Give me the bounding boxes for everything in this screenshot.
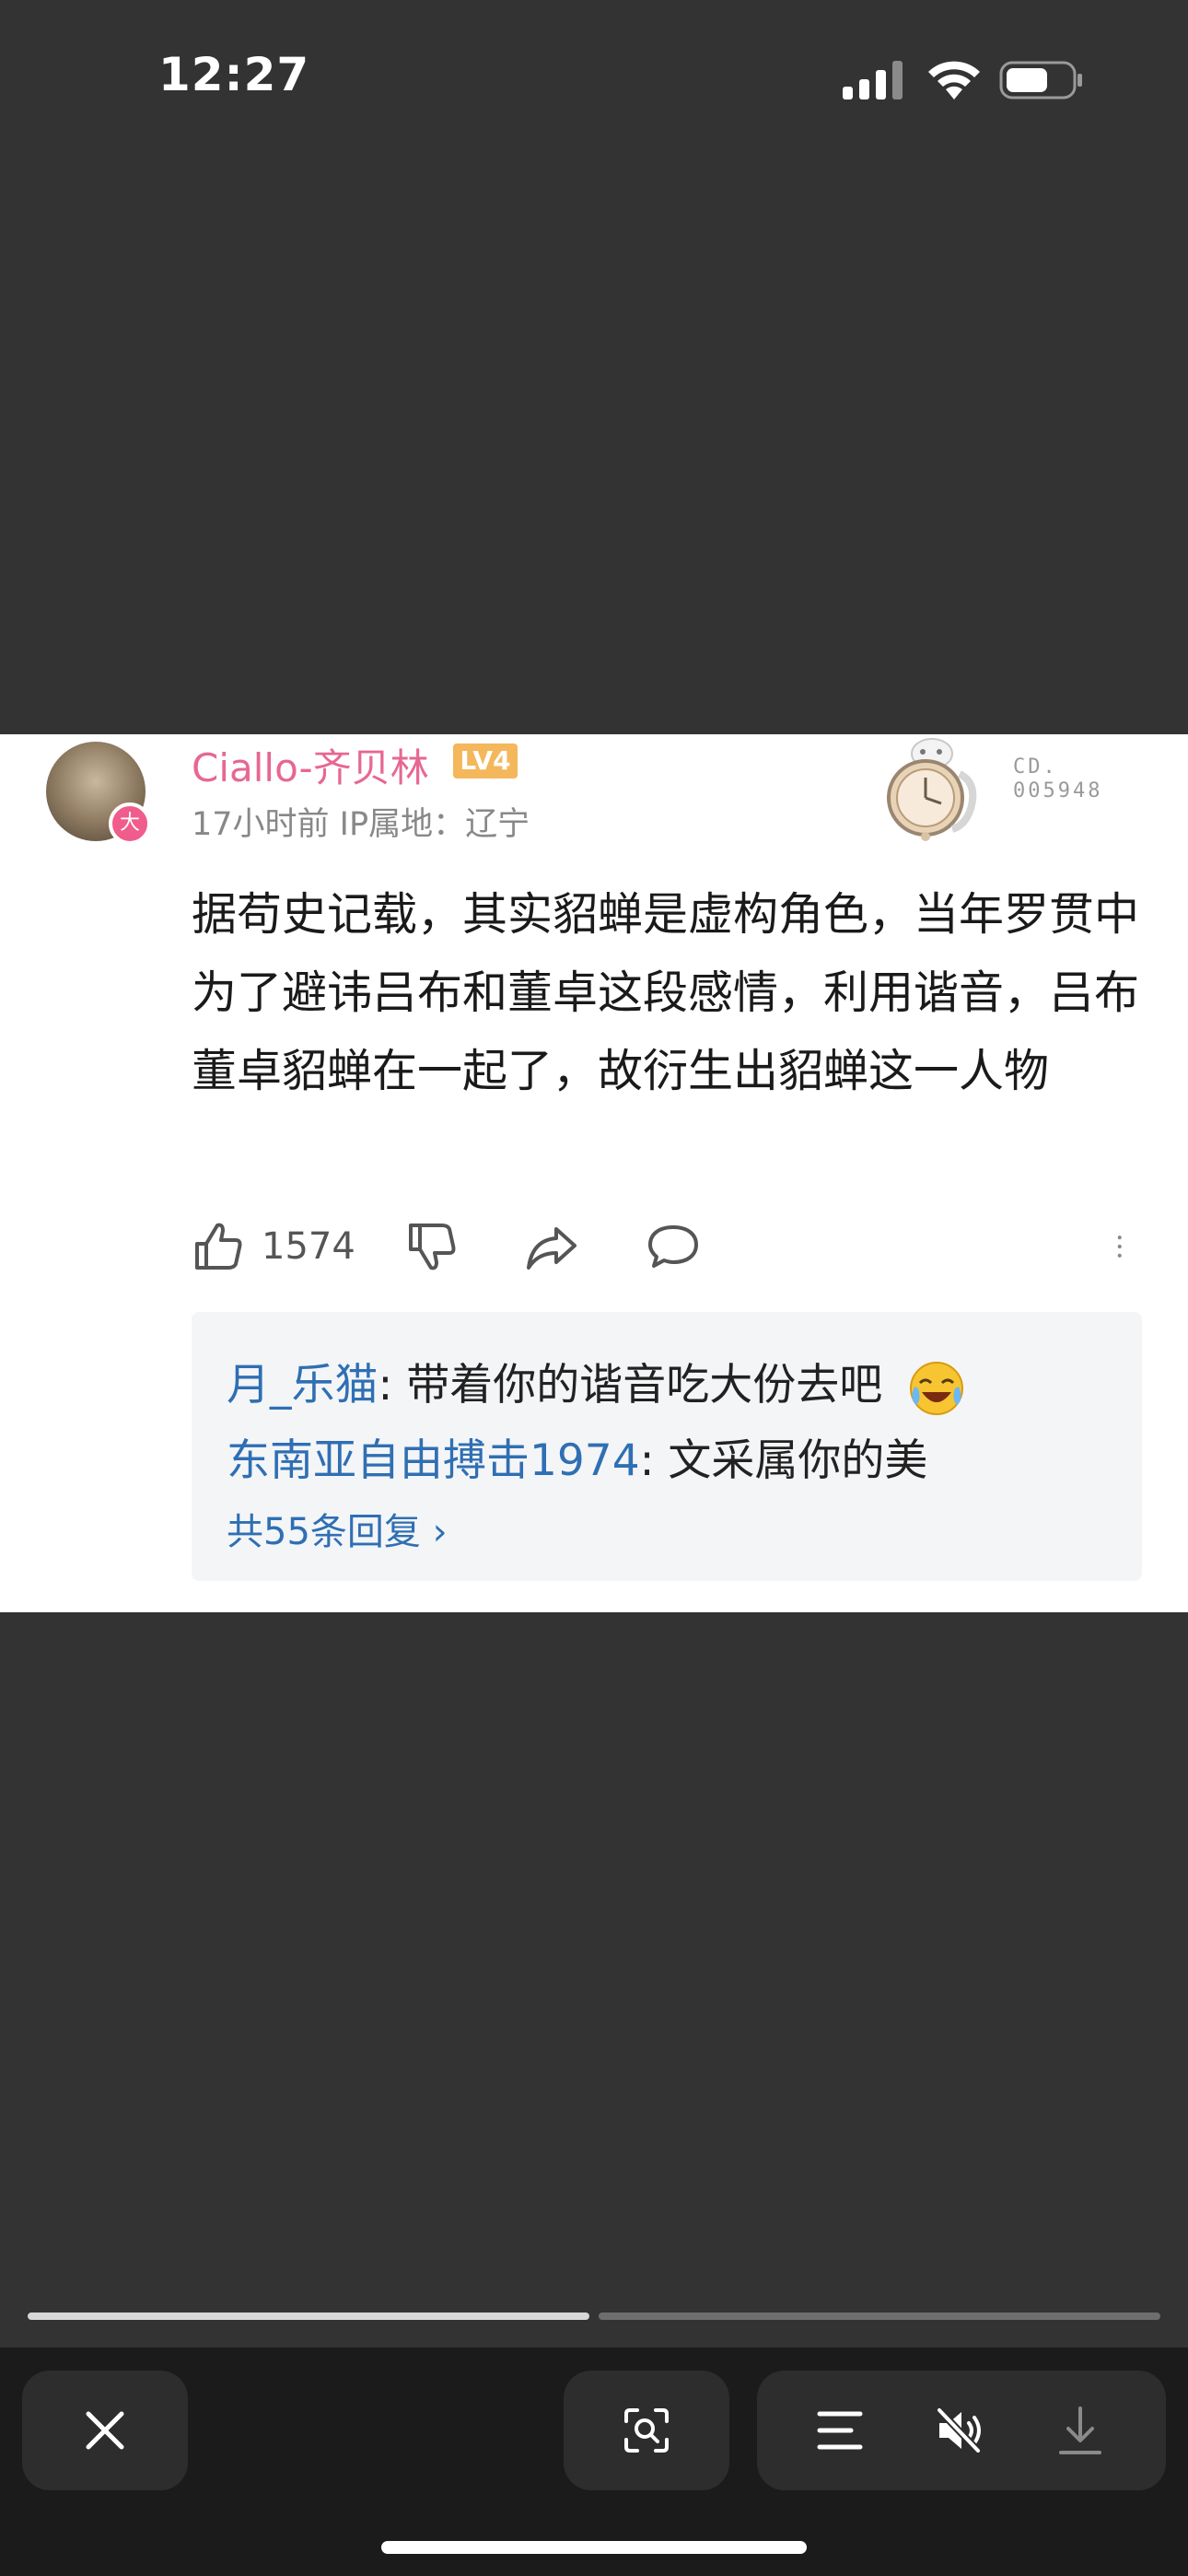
mute-icon[interactable] (934, 2406, 985, 2454)
signal-icon (843, 61, 903, 100)
fan-number: CD. 005948 (1013, 755, 1133, 803)
reply-button[interactable] (646, 1214, 700, 1279)
comment-meta: 17小时前 IP属地：辽宁 (192, 806, 530, 843)
status-bar: 12:27 (0, 0, 1188, 161)
reply-text: : 文采属你的美 (639, 1435, 928, 1486)
wifi-icon (928, 61, 980, 100)
home-indicator[interactable] (381, 2541, 807, 2554)
share-button[interactable] (525, 1214, 578, 1279)
text-menu-icon[interactable] (816, 2408, 864, 2453)
dislike-icon (409, 1224, 456, 1270)
laughing-crying-emoji-icon (910, 1361, 964, 1415)
clock-decoration-icon (887, 738, 977, 841)
story-progress-segment-1 (28, 2313, 589, 2320)
more-button[interactable] (1112, 1214, 1140, 1279)
like-button[interactable]: 1574 (192, 1214, 355, 1279)
comment-text: 据苟史记载，其实貂蝉是虚构角色，当年罗贯中为了避讳吕布和董卓这段感情，利用谐音，… (192, 888, 1140, 1097)
reply-text: : 带着你的谐音吃大份去吧 (378, 1360, 883, 1411)
view-all-replies-link[interactable]: 共55条回复 › (227, 1502, 448, 1555)
like-count: 1574 (262, 1225, 355, 1268)
comment-actions: 1574 (192, 1214, 1149, 1279)
fan-number-line1: CD. (1013, 755, 1058, 779)
dislike-button[interactable] (405, 1214, 459, 1279)
status-icons (843, 57, 1085, 103)
status-time: 12:27 (158, 48, 310, 101)
share-icon (527, 1227, 577, 1270)
reply-username[interactable]: 月_乐猫 (227, 1360, 379, 1411)
reply-item[interactable]: 月_乐猫: 带着你的谐音吃大份去吧 (227, 1349, 966, 1418)
reply-username[interactable]: 东南亚自由搏击1974 (227, 1435, 640, 1486)
avatar-badge: 大 (109, 802, 151, 845)
more-icon (1117, 1235, 1122, 1258)
close-icon (86, 2411, 124, 2450)
reply-preview-box[interactable]: 月_乐猫: 带着你的谐音吃大份去吧 东南亚自由搏击1974: 文采属你的美 共5… (192, 1312, 1142, 1581)
download-icon[interactable] (1057, 2405, 1103, 2456)
level-badge: LV4 (453, 744, 518, 779)
like-icon (195, 1223, 242, 1270)
visual-lookup-icon (624, 2408, 669, 2453)
media-controls-group (757, 2371, 1166, 2490)
comment-icon (648, 1225, 698, 1268)
reply-item[interactable]: 东南亚自由搏击1974: 文采属你的美 (227, 1424, 927, 1488)
close-button[interactable] (22, 2371, 188, 2490)
battery-icon (999, 61, 1082, 100)
visual-lookup-button[interactable] (564, 2371, 729, 2490)
comment-username[interactable]: Ciallo-齐贝林 (192, 737, 429, 793)
story-progress-segment-2 (599, 2313, 1160, 2320)
fan-number-line2: 005948 (1013, 779, 1103, 802)
